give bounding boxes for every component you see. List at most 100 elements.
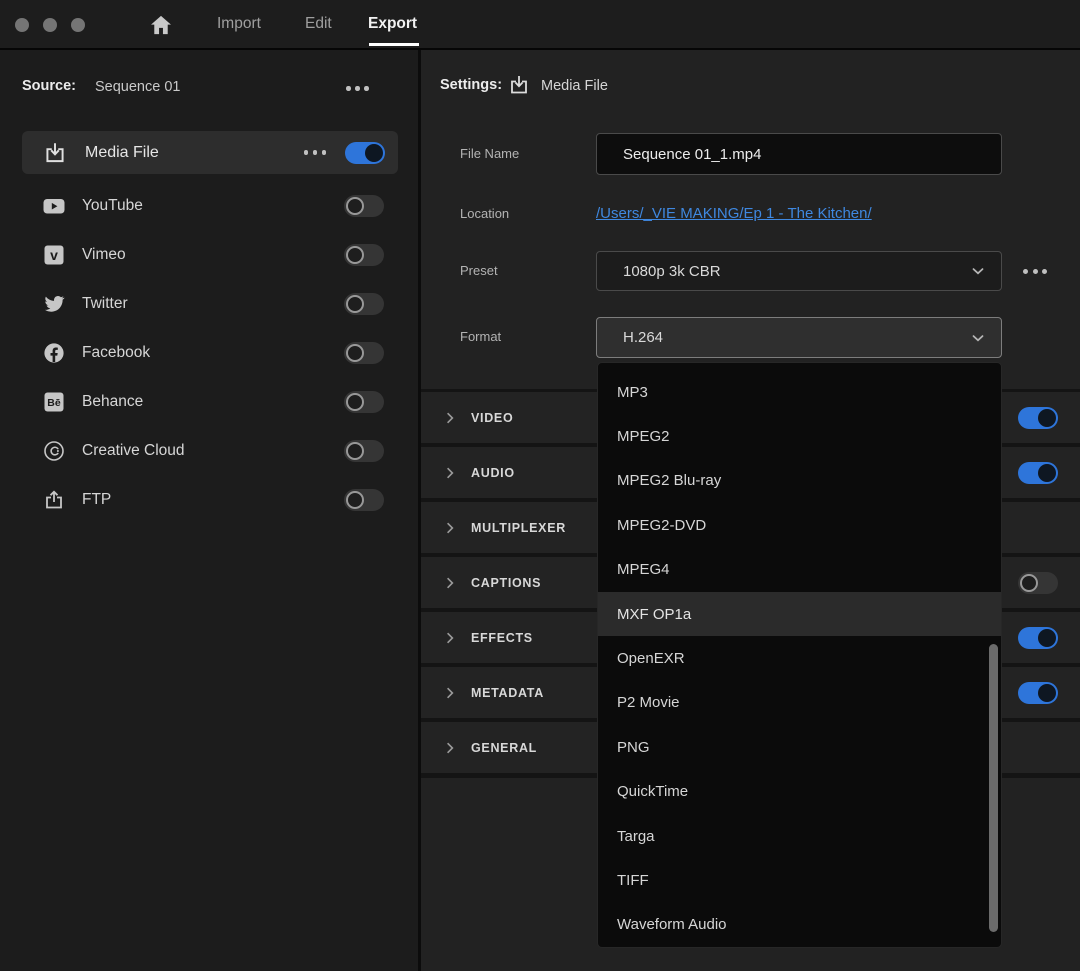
chevron-right-icon	[442, 685, 458, 701]
format-option[interactable]: MPEG2	[598, 414, 1001, 458]
preset-label: Preset	[460, 263, 498, 278]
home-icon[interactable]	[148, 12, 174, 38]
section-label: CAPTIONS	[471, 575, 542, 590]
metadata-toggle[interactable]	[1018, 681, 1058, 704]
source-sidebar: Source: Sequence 01 Media File YouTube v…	[0, 50, 418, 971]
section-label: GENERAL	[471, 740, 538, 755]
destination-media-file[interactable]: Media File	[22, 131, 398, 174]
destination-facebook[interactable]: Facebook	[0, 328, 418, 377]
destination-behance[interactable]: Bē Behance	[0, 377, 418, 426]
format-option[interactable]: P2 Movie	[598, 681, 1001, 725]
format-option[interactable]: Targa	[598, 814, 1001, 858]
chevron-right-icon	[442, 740, 458, 756]
file-name-input[interactable]: Sequence 01_1.mp4	[596, 133, 1002, 175]
media-file-toggle[interactable]	[345, 141, 385, 164]
destination-creative-cloud[interactable]: Creative Cloud	[0, 426, 418, 475]
destination-twitter[interactable]: Twitter	[0, 279, 418, 328]
destination-ftp[interactable]: FTP	[0, 475, 418, 524]
upload-icon	[42, 488, 66, 512]
behance-toggle[interactable]	[344, 390, 384, 413]
destination-label: Creative Cloud	[82, 441, 185, 459]
tab-edit[interactable]: Edit	[305, 15, 332, 33]
file-name-value: Sequence 01_1.mp4	[623, 145, 762, 163]
video-toggle[interactable]	[1018, 406, 1058, 429]
behance-icon: Bē	[42, 390, 66, 414]
window-minimize-button[interactable]	[43, 18, 57, 32]
destination-youtube[interactable]: YouTube	[0, 181, 418, 230]
chevron-down-icon	[969, 329, 987, 347]
chevron-right-icon	[442, 465, 458, 481]
source-more-icon[interactable]	[346, 86, 369, 91]
chevron-right-icon	[442, 575, 458, 591]
facebook-toggle[interactable]	[344, 341, 384, 364]
facebook-icon	[42, 341, 66, 365]
section-label: VIDEO	[471, 410, 514, 425]
settings-label: Settings:	[440, 77, 503, 93]
format-value: H.264	[623, 329, 664, 346]
youtube-toggle[interactable]	[344, 194, 384, 217]
tab-import[interactable]: Import	[217, 15, 261, 33]
preset-value: 1080p 3k CBR	[623, 262, 721, 280]
section-label: MULTIPLEXER	[471, 520, 566, 535]
location-link[interactable]: /Users/_VIE MAKING/Ep 1 - The Kitchen/	[596, 205, 872, 222]
chevron-right-icon	[442, 410, 458, 426]
active-tab-underline	[369, 43, 419, 46]
window-zoom-button[interactable]	[71, 18, 85, 32]
settings-destination-name: Media File	[541, 77, 608, 94]
format-option[interactable]: PNG	[598, 725, 1001, 769]
source-label: Source:	[22, 78, 76, 94]
destination-label: Behance	[82, 392, 144, 410]
section-label: AUDIO	[471, 465, 515, 480]
source-sequence-name: Sequence 01	[95, 78, 181, 95]
format-option[interactable]: MPEG4	[598, 548, 1001, 592]
vimeo-icon: v	[42, 243, 66, 267]
audio-toggle[interactable]	[1018, 461, 1058, 484]
titlebar: Import Edit Export	[0, 0, 1080, 50]
file-name-label: File Name	[460, 146, 520, 161]
format-option[interactable]: QuickTime	[598, 770, 1001, 814]
media-file-more-icon[interactable]	[303, 150, 326, 155]
twitter-toggle[interactable]	[344, 292, 384, 315]
section-label: METADATA	[471, 685, 544, 700]
destination-vimeo[interactable]: v Vimeo	[0, 230, 418, 279]
ftp-toggle[interactable]	[344, 488, 384, 511]
chevron-down-icon	[969, 262, 987, 280]
chevron-right-icon	[442, 630, 458, 646]
dropdown-scrollbar[interactable]	[989, 644, 998, 932]
svg-text:Bē: Bē	[47, 397, 61, 409]
format-option[interactable]: MPEG2 Blu-ray	[598, 459, 1001, 503]
format-option[interactable]: Waveform Audio	[598, 903, 1001, 947]
destination-label: Twitter	[82, 294, 128, 312]
download-icon	[42, 140, 68, 166]
svg-text:v: v	[50, 247, 58, 263]
destination-label: YouTube	[82, 196, 143, 214]
preset-select[interactable]: 1080p 3k CBR	[596, 251, 1002, 291]
format-option[interactable]: OpenEXR	[598, 636, 1001, 680]
format-option[interactable]: MPEG2-DVD	[598, 503, 1001, 547]
creative-cloud-toggle[interactable]	[344, 439, 384, 462]
download-icon	[507, 73, 531, 97]
captions-toggle[interactable]	[1018, 571, 1058, 594]
chevron-right-icon	[442, 520, 458, 536]
window-close-button[interactable]	[15, 18, 29, 32]
section-label: EFFECTS	[471, 630, 533, 645]
twitter-icon	[42, 292, 66, 316]
format-option[interactable]: MP3	[598, 370, 1001, 414]
vimeo-toggle[interactable]	[344, 243, 384, 266]
destination-label: FTP	[82, 490, 112, 508]
youtube-icon	[42, 194, 66, 218]
format-select[interactable]: H.264	[596, 317, 1002, 358]
destination-label: Media File	[85, 143, 159, 161]
destination-label: Vimeo	[82, 245, 126, 263]
destination-label: Facebook	[82, 343, 151, 361]
format-dropdown-menu: MP3 MPEG2 MPEG2 Blu-ray MPEG2-DVD MPEG4 …	[597, 362, 1002, 948]
creative-cloud-icon	[42, 439, 66, 463]
preset-more-icon[interactable]	[1023, 269, 1047, 274]
format-label: Format	[460, 329, 502, 344]
effects-toggle[interactable]	[1018, 626, 1058, 649]
format-option[interactable]: MXF OP1a	[598, 591, 1001, 637]
format-option[interactable]: TIFF	[598, 858, 1001, 902]
tab-export[interactable]: Export	[368, 15, 417, 33]
location-label: Location	[460, 206, 510, 221]
premiere-export-window: Import Edit Export Source: Sequence 01 M…	[0, 0, 1080, 971]
